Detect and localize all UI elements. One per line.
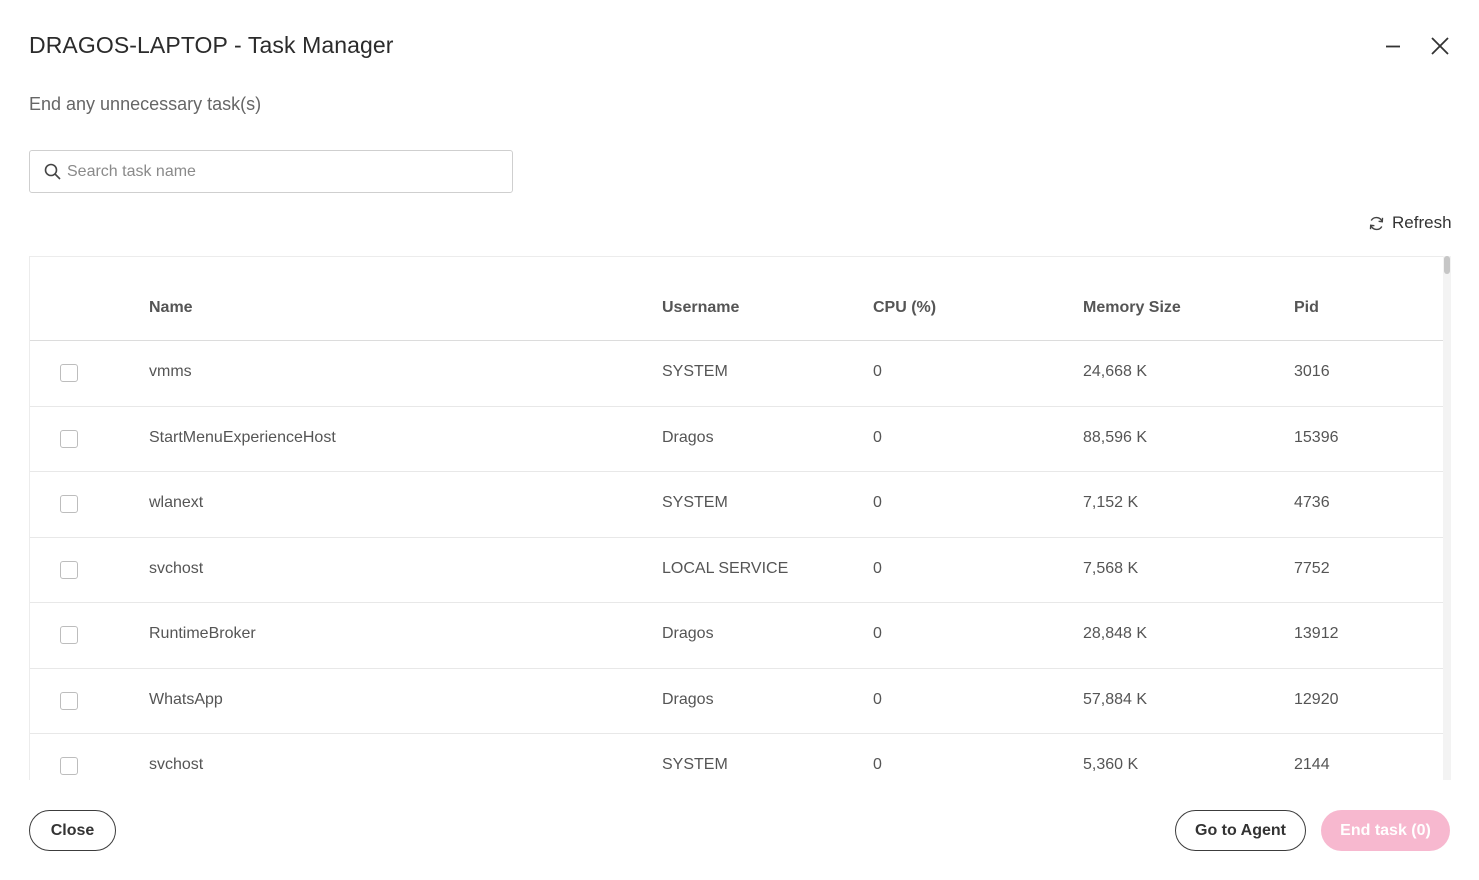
search-input[interactable] (67, 162, 487, 181)
row-checkbox[interactable] (60, 364, 78, 382)
task-username: LOCAL SERVICE (662, 559, 789, 577)
task-memory: 7,152 K (1083, 494, 1139, 511)
task-memory: 24,668 K (1083, 363, 1148, 380)
task-pid: 13912 (1294, 625, 1339, 642)
task-cpu: 0 (873, 559, 882, 577)
task-memory: 28,848 K (1083, 625, 1148, 642)
task-pid: 7752 (1294, 559, 1330, 577)
minimize-button[interactable] (1377, 30, 1409, 62)
task-table: Name Username CPU (%) Memory Size Pid vm… (29, 256, 1451, 780)
page-title: DRAGOS-LAPTOP - Task Manager (29, 32, 394, 58)
task-pid: 2144 (1294, 756, 1330, 773)
column-header-username[interactable]: Username (662, 299, 739, 317)
row-checkbox[interactable] (60, 757, 78, 775)
refresh-icon (1369, 216, 1384, 230)
task-name: wlanext (149, 494, 204, 511)
column-header-memory[interactable]: Memory Size (1083, 299, 1181, 317)
task-name: svchost (149, 756, 204, 773)
search-box[interactable] (29, 150, 513, 193)
table-header: Name Username CPU (%) Memory Size Pid (30, 257, 1444, 341)
task-memory: 5,360 K (1083, 756, 1139, 773)
task-cpu: 0 (873, 363, 882, 380)
scrollbar-thumb[interactable] (1444, 256, 1450, 274)
task-username: SYSTEM (662, 756, 728, 773)
task-cpu: 0 (873, 756, 882, 773)
table-row[interactable]: vmms SYSTEM 0 24,668 K 3016 (30, 341, 1444, 407)
task-username: Dragos (662, 690, 714, 708)
table-row[interactable]: svchost SYSTEM 0 5,360 K 2144 (30, 734, 1444, 780)
subtitle: End any unnecessary task(s) (29, 94, 262, 114)
column-header-name[interactable]: Name (149, 299, 193, 317)
go-to-agent-button[interactable]: Go to Agent (1175, 810, 1306, 851)
task-username: Dragos (662, 625, 714, 642)
task-memory: 7,568 K (1083, 559, 1139, 577)
task-cpu: 0 (873, 690, 882, 708)
task-pid: 4736 (1294, 494, 1330, 511)
table-scrollbar[interactable] (1443, 256, 1451, 780)
close-icon (1431, 37, 1449, 55)
end-task-button[interactable]: End task (0) (1321, 810, 1450, 851)
task-cpu: 0 (873, 428, 882, 446)
task-name: StartMenuExperienceHost (149, 428, 336, 446)
task-name: svchost (149, 559, 204, 577)
task-pid: 12920 (1294, 690, 1339, 708)
column-header-pid[interactable]: Pid (1294, 299, 1319, 317)
task-name: WhatsApp (149, 690, 223, 708)
search-icon (44, 163, 61, 180)
task-memory: 57,884 K (1083, 690, 1148, 708)
row-checkbox[interactable] (60, 560, 78, 579)
close-window-button[interactable] (1424, 30, 1456, 62)
task-cpu: 0 (873, 625, 882, 642)
refresh-button[interactable]: Refresh (1368, 213, 1452, 233)
task-pid: 3016 (1294, 363, 1330, 380)
table-row[interactable]: WhatsApp Dragos 0 57,884 K 12920 (30, 669, 1444, 734)
row-checkbox[interactable] (60, 691, 78, 710)
task-username: SYSTEM (662, 363, 728, 380)
table-row[interactable]: wlanext SYSTEM 0 7,152 K 4736 (30, 472, 1444, 538)
task-username: Dragos (662, 428, 714, 446)
refresh-label: Refresh (1392, 213, 1452, 232)
task-memory: 88,596 K (1083, 428, 1148, 446)
table-row[interactable]: RuntimeBroker Dragos 0 28,848 K 13912 (30, 603, 1444, 669)
close-button[interactable]: Close (29, 810, 116, 851)
table-row[interactable]: svchost LOCAL SERVICE 0 7,568 K 7752 (30, 538, 1444, 603)
task-cpu: 0 (873, 494, 882, 511)
row-checkbox[interactable] (60, 626, 78, 644)
table-row[interactable]: StartMenuExperienceHost Dragos 0 88,596 … (30, 407, 1444, 472)
task-name: vmms (149, 363, 192, 380)
task-name: RuntimeBroker (149, 625, 256, 642)
column-header-cpu[interactable]: CPU (%) (873, 299, 936, 317)
row-checkbox[interactable] (60, 429, 78, 448)
task-username: SYSTEM (662, 494, 728, 511)
minimize-icon (1386, 45, 1400, 48)
row-checkbox[interactable] (60, 495, 78, 513)
task-pid: 15396 (1294, 428, 1339, 446)
